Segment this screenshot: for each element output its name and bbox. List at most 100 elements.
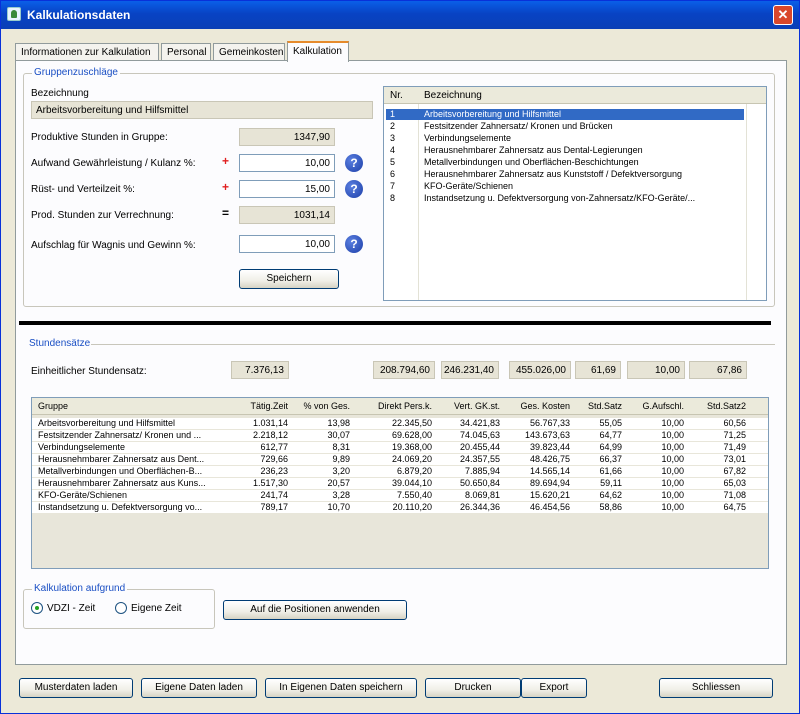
list-item-name: Instandsetzung u. Defektversorgung von-Z… bbox=[424, 193, 696, 203]
total-vert-gk-field: 246.231,40 bbox=[441, 361, 499, 379]
list-item-nr: 5 bbox=[390, 157, 396, 167]
total-ges-kosten-field: 455.026,00 bbox=[509, 361, 571, 379]
table-row[interactable]: Festsitzender Zahnersatz/ Kronen und ...… bbox=[32, 430, 768, 441]
table-row[interactable]: Metallverbindungen und Oberflächen-B... … bbox=[32, 466, 768, 477]
radio-vdzi-zeit[interactable] bbox=[31, 602, 43, 614]
cell-std-satz2: 64,75 bbox=[723, 502, 746, 512]
cell-std-satz: 55,05 bbox=[599, 418, 622, 428]
cell-std-satz2: 73,01 bbox=[723, 454, 746, 464]
tab-personal[interactable]: Personal bbox=[161, 43, 211, 61]
eigene-daten-speichern-button[interactable]: In Eigenen Daten speichern bbox=[265, 678, 417, 698]
aufwand-help-icon[interactable]: ? bbox=[345, 154, 363, 172]
col-header-vert-gk[interactable]: Vert. GK.st. bbox=[436, 401, 500, 411]
prod-equals-operator: = bbox=[222, 206, 230, 220]
cell-std-satz: 64,62 bbox=[599, 490, 622, 500]
cell-direkt-pers: 69.628,00 bbox=[391, 430, 432, 440]
table-row[interactable]: Arbeitsvorbereitung und Hilfsmittel 1.03… bbox=[32, 418, 768, 429]
cell-g-aufschl: 10,00 bbox=[661, 502, 684, 512]
cell-ges-kosten: 46.454,56 bbox=[529, 502, 570, 512]
radio-eigene-zeit[interactable] bbox=[115, 602, 127, 614]
table-row[interactable]: Herausnehmbarer Zahnersatz aus Dent... 7… bbox=[32, 454, 768, 465]
rates-table: Gruppe Tätig.Zeit % von Ges. Direkt Pers… bbox=[31, 397, 769, 569]
list-item-nr: 8 bbox=[390, 193, 396, 203]
list-item[interactable]: 7 KFO-Geräte/Schienen bbox=[384, 181, 766, 192]
musterdaten-laden-button[interactable]: Musterdaten laden bbox=[19, 678, 133, 698]
list-item-nr: 2 bbox=[390, 121, 396, 131]
list-item-name: Herausnehmbarer Zahnersatz aus Kunststof… bbox=[424, 169, 682, 179]
rust-verteilzeit-label: Rüst- und Verteilzeit %: bbox=[31, 184, 135, 195]
rust-help-icon[interactable]: ? bbox=[345, 180, 363, 198]
col-header-ges-kosten[interactable]: Ges. Kosten bbox=[504, 401, 570, 411]
cell-gruppe: Metallverbindungen und Oberflächen-B... bbox=[38, 466, 203, 476]
rust-verteilzeit-input[interactable]: 15,00 bbox=[239, 180, 335, 198]
cell-std-satz2: 71,08 bbox=[723, 490, 746, 500]
cell-std-satz2: 65,03 bbox=[723, 478, 746, 488]
list-item[interactable]: 4 Herausnehmbarer Zahnersatz aus Dental-… bbox=[384, 145, 766, 156]
drucken-button[interactable]: Drucken bbox=[425, 678, 521, 698]
bezeichnung-field: Arbeitsvorbereitung und Hilfsmittel bbox=[31, 101, 373, 119]
aufschlag-input[interactable]: 10,00 bbox=[239, 235, 335, 253]
cell-direkt-pers: 7.550,40 bbox=[396, 490, 432, 500]
list-item[interactable]: 8 Instandsetzung u. Defektversorgung von… bbox=[384, 193, 766, 204]
cell-g-aufschl: 10,00 bbox=[661, 454, 684, 464]
col-header-bezeichnung[interactable]: Bezeichnung bbox=[424, 90, 482, 101]
cell-std-satz: 64,99 bbox=[599, 442, 622, 452]
col-header-nr[interactable]: Nr. bbox=[390, 90, 403, 101]
list-item-name: KFO-Geräte/Schienen bbox=[424, 181, 514, 191]
table-row[interactable]: Verbindungselemente 612,77 8,31 19.368,0… bbox=[32, 442, 768, 453]
cell-ges-kosten: 56.767,33 bbox=[529, 418, 570, 428]
cell-g-aufschl: 10,00 bbox=[661, 490, 684, 500]
list-item[interactable]: 1 Arbeitsvorbereitung und Hilfsmittel bbox=[386, 109, 744, 120]
list-item[interactable]: 5 Metallverbindungen und Oberflächen-Bes… bbox=[384, 157, 766, 168]
col-header-prozent-ges[interactable]: % von Ges. bbox=[294, 401, 350, 411]
col-header-taetig-zeit[interactable]: Tätig.Zeit bbox=[222, 401, 288, 411]
cell-taetig-zeit: 1.517,30 bbox=[252, 478, 288, 488]
col-header-g-aufschl[interactable]: G.Aufschl. bbox=[626, 401, 684, 411]
list-item[interactable]: 3 Verbindungselemente bbox=[384, 133, 766, 144]
total-g-aufschl-field: 10,00 bbox=[627, 361, 685, 379]
col-header-std-satz[interactable]: Std.Satz bbox=[574, 401, 622, 411]
apply-to-positions-button[interactable]: Auf die Positionen anwenden bbox=[223, 600, 407, 620]
list-item[interactable]: 2 Festsitzender Zahnersatz/ Kronen und B… bbox=[384, 121, 766, 132]
cell-std-satz2: 71,25 bbox=[723, 430, 746, 440]
total-direkt-pers-field: 208.794,60 bbox=[373, 361, 435, 379]
tab-gemeinkosten[interactable]: Gemeinkosten bbox=[213, 43, 285, 61]
aufwand-label: Aufwand Gewährleistung / Kulanz %: bbox=[31, 158, 196, 169]
schliessen-button[interactable]: Schliessen bbox=[659, 678, 773, 698]
cell-ges-kosten: 14.565,14 bbox=[529, 466, 570, 476]
cell-g-aufschl: 10,00 bbox=[661, 430, 684, 440]
aufwand-input[interactable]: 10,00 bbox=[239, 154, 335, 172]
eigene-daten-laden-button[interactable]: Eigene Daten laden bbox=[141, 678, 257, 698]
cell-prozent-ges: 13,98 bbox=[327, 418, 350, 428]
list-item[interactable]: 6 Herausnehmbarer Zahnersatz aus Kunstst… bbox=[384, 169, 766, 180]
table-row[interactable]: Instandsetzung u. Defektversorgung vo...… bbox=[32, 502, 768, 513]
export-button[interactable]: Export bbox=[521, 678, 587, 698]
close-button[interactable]: ✕ bbox=[773, 5, 793, 25]
tab-informationen[interactable]: Informationen zur Kalkulation bbox=[15, 43, 159, 61]
cell-taetig-zeit: 2.218,12 bbox=[252, 430, 288, 440]
cell-ges-kosten: 143.673,63 bbox=[524, 430, 570, 440]
radio-vdzi-zeit-label[interactable]: VDZI - Zeit bbox=[47, 603, 95, 614]
list-item-name: Verbindungselemente bbox=[424, 133, 512, 143]
prod-stunden-field: 1031,14 bbox=[239, 206, 335, 224]
produktive-stunden-label: Produktive Stunden in Gruppe: bbox=[31, 132, 168, 143]
radio-eigene-zeit-label[interactable]: Eigene Zeit bbox=[131, 603, 182, 614]
group-listview: Nr. Bezeichnung 1 Arbeitsvorbereitung un… bbox=[383, 86, 767, 301]
col-header-std-satz2[interactable]: Std.Satz2 bbox=[688, 401, 746, 411]
aufschlag-help-icon[interactable]: ? bbox=[345, 235, 363, 253]
cell-std-satz: 61,66 bbox=[599, 466, 622, 476]
cell-prozent-ges: 20,57 bbox=[327, 478, 350, 488]
list-item-nr: 1 bbox=[390, 109, 396, 119]
table-row[interactable]: KFO-Geräte/Schienen 241,74 3,28 7.550,40… bbox=[32, 490, 768, 501]
table-row[interactable]: Herausnehmbarer Zahnersatz aus Kuns... 1… bbox=[32, 478, 768, 489]
cell-gruppe: Verbindungselemente bbox=[38, 442, 126, 452]
col-header-direkt-pers[interactable]: Direkt Pers.k. bbox=[354, 401, 432, 411]
title-bar[interactable]: Kalkulationsdaten ✕ bbox=[1, 1, 799, 29]
col-header-gruppe[interactable]: Gruppe bbox=[38, 401, 68, 411]
speichern-button[interactable]: Speichern bbox=[239, 269, 339, 289]
group-listview-header: Nr. Bezeichnung bbox=[384, 87, 766, 104]
list-item-name: Festsitzender Zahnersatz/ Kronen und Brü… bbox=[424, 121, 613, 131]
tab-kalkulation[interactable]: Kalkulation bbox=[287, 41, 349, 62]
window-title: Kalkulationsdaten bbox=[27, 8, 131, 22]
cell-taetig-zeit: 729,66 bbox=[260, 454, 288, 464]
